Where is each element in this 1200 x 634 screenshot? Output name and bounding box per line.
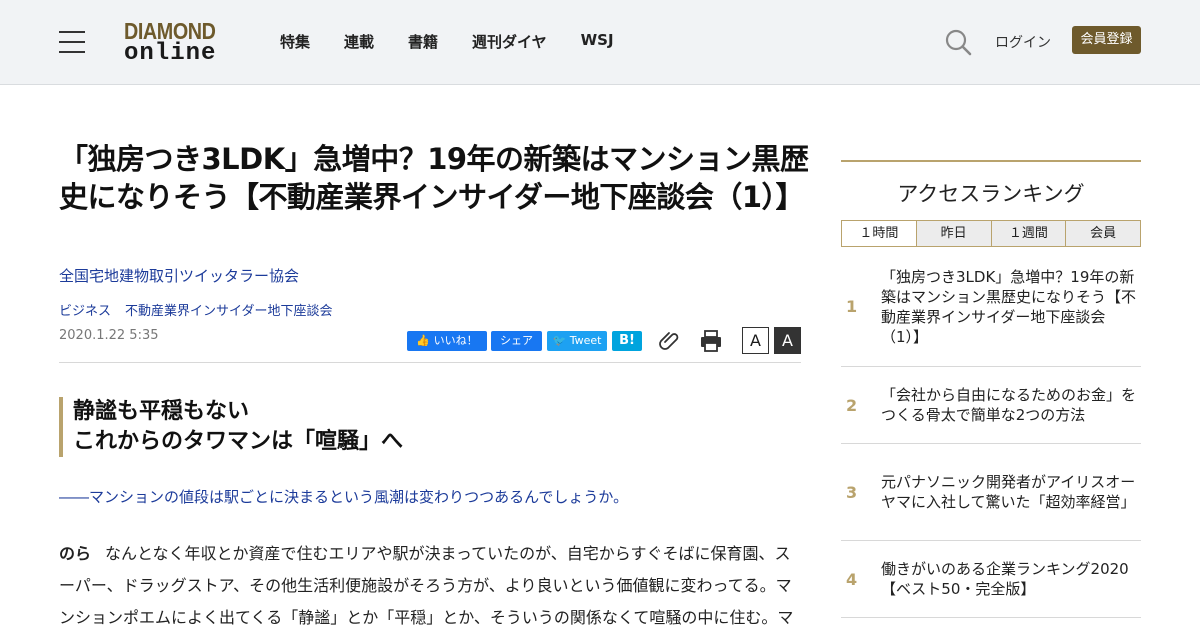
article-body: のら なんとなく年収とか資産で住むエリアや駅が決まっていたのが、自宅からすぐそばに… <box>59 538 801 634</box>
twitter-bird-icon: 🐦 <box>552 334 567 347</box>
search-icon[interactable] <box>944 28 972 56</box>
print-icon[interactable] <box>699 329 723 353</box>
font-size-large-button[interactable]: A <box>774 327 801 354</box>
facebook-like-label: いいね！ <box>433 334 478 347</box>
tab-1week[interactable]: １週間 <box>991 221 1067 246</box>
breadcrumb: ビジネス 不動産業界インサイダー地下座談会 <box>59 300 333 319</box>
nav-item-books[interactable]: 書籍 <box>408 31 438 52</box>
article-body-text: なんとなく年収とか資産で住むエリアや駅が決まっていたのが、自宅からすぐそばに保育… <box>59 544 794 627</box>
divider <box>59 362 801 363</box>
nav-item-wsj[interactable]: WSJ <box>581 31 614 52</box>
tab-members[interactable]: 会員 <box>1066 221 1140 246</box>
nav-item-weekly-diamond[interactable]: 週刊ダイヤ <box>472 31 547 52</box>
section-heading: 静謐も平穏もない これからのタワマンは「喧騒」へ <box>59 397 801 457</box>
nav-item-serials[interactable]: 連載 <box>344 31 374 52</box>
publish-date: 2020.1.22 5:35 <box>59 328 159 343</box>
register-button[interactable]: 会員登録 <box>1072 26 1141 54</box>
ranking-number: 3 <box>846 482 858 502</box>
tab-1hour[interactable]: １時間 <box>842 221 917 246</box>
ranking-tabs: １時間 昨日 １週間 会員 <box>841 220 1141 247</box>
nav-item-features[interactable]: 特集 <box>280 31 310 52</box>
category-link[interactable]: ビジネス <box>59 300 111 319</box>
ranking-headline: 「会社から自由になるためのお金」をつくる骨太で簡単な2つの方法 <box>881 386 1137 424</box>
ranking-number: 1 <box>846 297 858 316</box>
ranking-item[interactable]: 3 元パナソニック開発者がアイリスオーヤマに入社して驚いた「超効率経営」 <box>841 444 1141 541</box>
ranking-number: 4 <box>846 569 858 589</box>
series-link[interactable]: 不動産業界インサイダー地下座談会 <box>125 300 332 319</box>
author-link[interactable]: 全国宅地建物取引ツイッタラー協会 <box>59 265 299 286</box>
tweet-label: Tweet <box>569 334 602 347</box>
tweet-button[interactable]: 🐦 Tweet <box>547 331 607 351</box>
logo-line2: online <box>124 40 217 67</box>
ranking-title: アクセスランキング <box>897 182 1085 206</box>
ranking-headline: 元パナソニック開発者がアイリスオーヤマに入社して驚いた「超効率経営」 <box>881 473 1136 511</box>
section-heading-line1: 静謐も平穏もない <box>73 399 250 424</box>
ranking-item[interactable]: 4 働きがいのある企業ランキング2020【ベスト50・完全版】 <box>841 541 1141 618</box>
tab-yesterday[interactable]: 昨日 <box>916 221 992 246</box>
interview-question: ――マンションの値段は駅ごとに決まるという風潮は変わりつつあるんでしょうか。 <box>59 488 629 506</box>
speaker-name: のら <box>59 544 92 563</box>
thumbs-up-icon: 👍 <box>416 334 431 347</box>
access-ranking: アクセスランキング １時間 昨日 １週間 会員 1 「独房つき3LDK」急増中？… <box>841 160 1141 618</box>
facebook-share-button[interactable]: シェア <box>491 331 542 351</box>
ranking-item[interactable]: 2 「会社から自由になるためのお金」をつくる骨太で簡単な2つの方法 <box>841 367 1141 444</box>
hatena-bookmark-button[interactable]: B! <box>612 331 642 351</box>
ranking-number: 2 <box>846 395 858 415</box>
site-logo[interactable]: DIAMOND online <box>124 20 228 66</box>
site-header: DIAMOND online 特集 連載 書籍 週刊ダイヤ WSJ ログイン 会… <box>0 0 1200 85</box>
article-title: 「独房つき3LDK」急増中？19年の新築はマンション黒歴史になりそう【不動産業界… <box>59 142 809 214</box>
menu-icon[interactable] <box>59 31 85 53</box>
ranking-headline: 「独房つき3LDK」急増中？19年の新築はマンション黒歴史になりそう【不動産業界… <box>881 267 1137 346</box>
font-size-small-button[interactable]: A <box>742 327 769 354</box>
ranking-headline: 働きがいのある企業ランキング2020【ベスト50・完全版】 <box>881 560 1129 598</box>
logo-line1: DIAMOND <box>124 18 216 44</box>
ranking-item[interactable]: 1 「独房つき3LDK」急増中？19年の新築はマンション黒歴史になりそう【不動産… <box>841 247 1141 367</box>
facebook-like-button[interactable]: 👍 いいね！ <box>407 331 487 351</box>
paperclip-icon[interactable] <box>658 329 682 353</box>
login-link[interactable]: ログイン <box>995 32 1051 52</box>
section-heading-line2: これからのタワマンは「喧騒」へ <box>73 429 404 454</box>
main-nav: 特集 連載 書籍 週刊ダイヤ WSJ <box>280 31 648 52</box>
